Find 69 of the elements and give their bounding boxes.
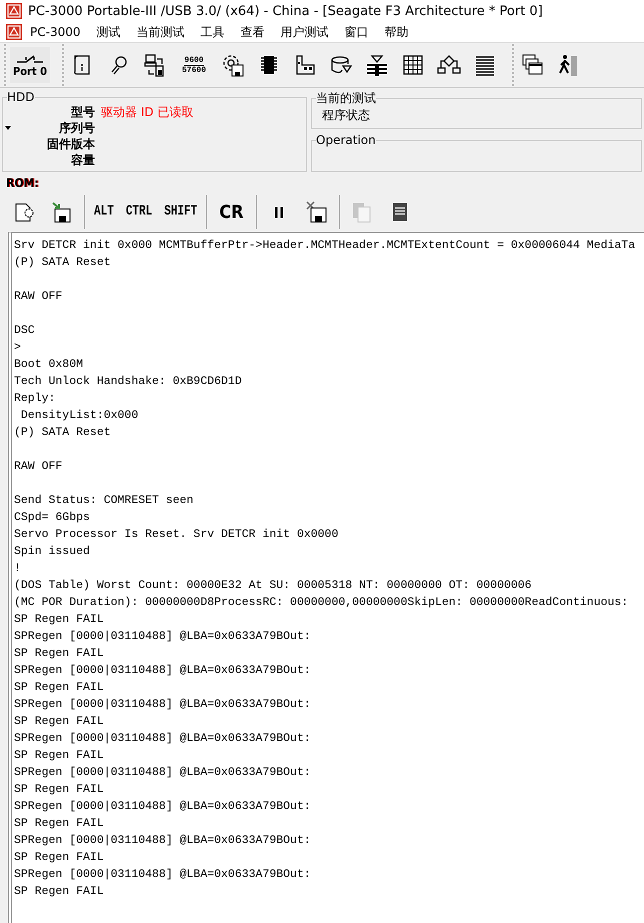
- group-title: 当前的测试: [316, 90, 376, 107]
- key-button[interactable]: CTRL: [122, 204, 156, 220]
- log-line: (P) SATA Reset: [14, 425, 111, 441]
- log-line: SPRegen [0000|03110488] @LBA=0x0633A79BOut:: [14, 765, 311, 781]
- app-logo-icon: [6, 3, 22, 19]
- rom-label: ROM:: [6, 176, 39, 190]
- menu-item[interactable]: PC-3000: [22, 25, 88, 39]
- log-line: Send Status: COMRESET seen: [14, 493, 194, 509]
- log-line: RAW OFF: [14, 459, 62, 475]
- log-line: (MC POR Duration): 00000000D8ProcessRC: 00000000,00000000SkipLen: 00000000ReadContinuous:: [14, 595, 628, 611]
- log-line: (DOS Table) Worst Count: 00000E32 At SU: 00005318 NT: 00000000 OT: 00000006: [14, 578, 532, 594]
- key-button[interactable]: SHIFT: [161, 204, 200, 220]
- log-line: SP Regen FAIL: [14, 714, 104, 730]
- log-line: SP Regen FAIL: [14, 646, 104, 662]
- windows-icon[interactable]: [521, 53, 545, 77]
- menu-item[interactable]: 测试: [88, 24, 128, 40]
- log-line: SPRegen [0000|03110488] @LBA=0x0633A79BOut:: [14, 697, 311, 713]
- baud-rate-button[interactable]: 9600 57600: [176, 56, 212, 74]
- window-title: PC-3000 Portable-III /USB 3.0/ (x64) - China - [Seagate F3 Architecture * Port 0]: [28, 4, 543, 18]
- field-value: 驱动器 ID 已读取: [101, 104, 194, 120]
- log-line: SP Regen FAIL: [14, 612, 104, 628]
- log-line: SP Regen FAIL: [14, 782, 104, 798]
- log-line: SPRegen [0000|03110488] @LBA=0x0633A79BOut:: [14, 629, 311, 645]
- log-line: Spin issued: [14, 544, 90, 560]
- log-line: Srv DETCR init 0x000 MCMTBufferPtr->Header.MCMTHeader.MCMTExtentCount = 0x00006044 MediaTa: [14, 238, 636, 254]
- menu-item[interactable]: 用户测试: [272, 24, 336, 40]
- log-line: SPRegen [0000|03110488] @LBA=0x0633A79BOut:: [14, 833, 311, 849]
- log-line: Boot 0x80M: [14, 357, 84, 373]
- log-line: !: [14, 561, 21, 577]
- field-label: 序列号: [58, 120, 95, 136]
- floppy-cross-icon[interactable]: [304, 200, 329, 224]
- grid-icon[interactable]: [401, 53, 425, 77]
- log-line: SP Regen FAIL: [14, 816, 104, 832]
- log-line: >: [14, 340, 21, 356]
- menu-item[interactable]: 工具: [192, 24, 232, 40]
- gear-disk-icon[interactable]: [221, 53, 245, 77]
- port-button[interactable]: Port 0: [10, 47, 50, 83]
- log-line: Tech Unlock Handshake: 0xB9CD6D1D: [14, 374, 242, 390]
- log-line: SP Regen FAIL: [14, 850, 104, 866]
- log-line: Servo Processor Is Reset. Srv DETCR init 0x0000: [14, 527, 338, 543]
- log-line: SP Regen FAIL: [14, 884, 104, 900]
- log-line: RAW OFF: [14, 289, 62, 305]
- menu-item[interactable]: 当前测试: [128, 24, 192, 40]
- log-line: DensityList:0x000: [20, 408, 138, 424]
- log-line: SPRegen [0000|03110488] @LBA=0x0633A79BOut:: [14, 799, 311, 815]
- log-line: SPRegen [0000|03110488] @LBA=0x0633A79BOut:: [14, 867, 311, 883]
- switch-icon: [15, 52, 45, 64]
- menu-item[interactable]: 窗口: [336, 24, 376, 40]
- field-label: 型号: [70, 104, 95, 120]
- log-line: SPRegen [0000|03110488] @LBA=0x0633A79BOut:: [14, 731, 311, 747]
- menu-item[interactable]: 帮助: [376, 24, 416, 40]
- cr-button[interactable]: CR: [213, 202, 250, 222]
- log-line: Reply:: [14, 391, 56, 407]
- field-label: 固件版本: [46, 136, 95, 152]
- log-line: SPRegen [0000|03110488] @LBA=0x0633A79BOut:: [14, 663, 311, 679]
- status-text: 程序状态: [321, 107, 371, 124]
- key-button[interactable]: ALT: [91, 204, 117, 220]
- log-line: SP Regen FAIL: [14, 680, 104, 696]
- log-line: DSC: [14, 323, 35, 339]
- log-line: CSpd= 6Gbps: [14, 510, 90, 526]
- group-title: HDD: [7, 90, 35, 104]
- app-logo-icon[interactable]: [6, 24, 22, 40]
- layers-icon[interactable]: [365, 53, 389, 77]
- field-label: 容量: [70, 152, 95, 168]
- log-line: (P) SATA Reset: [14, 255, 111, 271]
- group-title: Operation: [316, 133, 376, 147]
- caret-icon[interactable]: [5, 126, 11, 130]
- log-line: SP Regen FAIL: [14, 748, 104, 764]
- menu-item[interactable]: 查看: [232, 24, 272, 40]
